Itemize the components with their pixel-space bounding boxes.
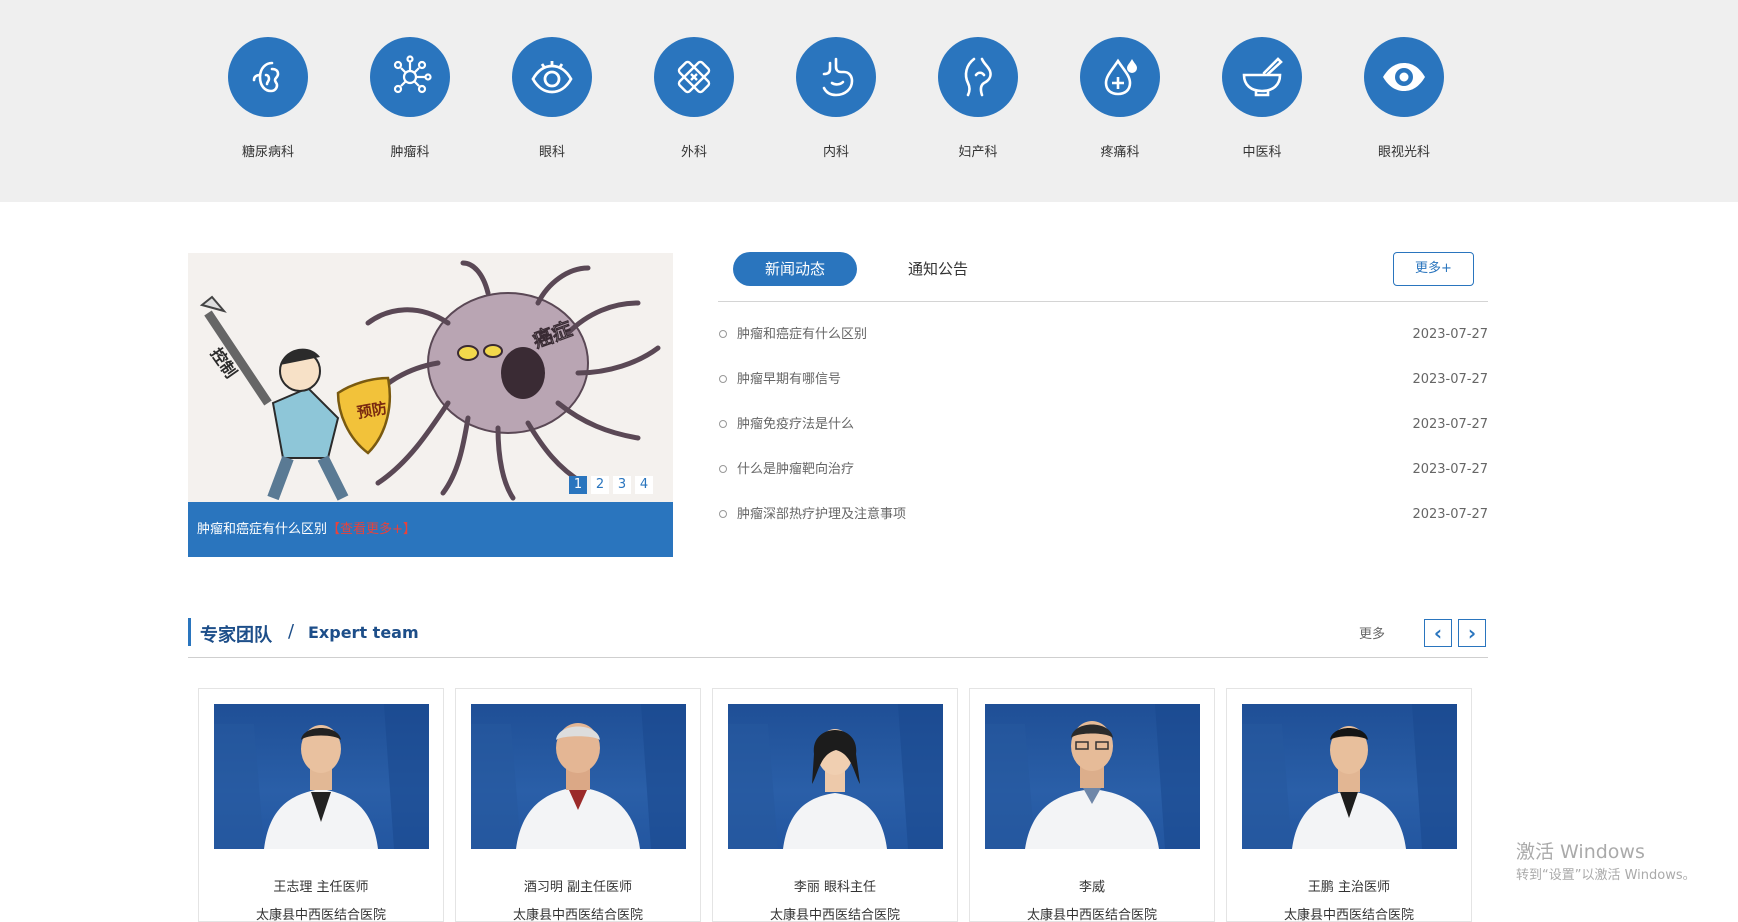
news-item-date: 2023-07-27 <box>1412 462 1488 477</box>
slider-dot-1[interactable]: 1 <box>569 476 587 494</box>
expert-card[interactable]: 李丽 眼科主任 太康县中西医结合医院 <box>712 688 958 922</box>
department-obstetrics[interactable]: 妇产科 <box>913 37 1043 160</box>
news-list: 肿瘤和癌症有什么区别 2023-07-27 肿瘤早期有哪信号 2023-07-27 … <box>718 312 1488 537</box>
expert-hospital: 太康县中西医结合医院 <box>255 908 386 922</box>
department-label: 疼痛科 <box>1100 145 1140 160</box>
department-oncology[interactable]: 肿瘤科 <box>345 37 475 160</box>
department-optometry[interactable]: 眼视光科 <box>1339 37 1469 160</box>
bullet-icon <box>719 375 727 383</box>
drop-plus-icon <box>1080 37 1160 117</box>
news-item-title[interactable]: 什么是肿瘤靶向治疗 <box>737 462 854 477</box>
slide-caption-more-link[interactable]: 【查看更多+】 <box>327 522 416 537</box>
department-label: 肿瘤科 <box>390 145 430 160</box>
department-diabetes[interactable]: 糖尿病科 <box>203 37 333 160</box>
news-item-title[interactable]: 肿瘤免疫疗法是什么 <box>737 417 854 432</box>
experts-more-link[interactable]: 更多 <box>1359 623 1385 642</box>
section-accent-bar <box>188 618 191 646</box>
expert-hospital: 太康县中西医结合医院 <box>512 908 643 922</box>
news-item[interactable]: 肿瘤免疫疗法是什么 2023-07-27 <box>718 402 1488 447</box>
slider-dot-2[interactable]: 2 <box>591 476 609 494</box>
department-label: 中医科 <box>1242 145 1282 160</box>
expert-photo[interactable] <box>1242 704 1457 849</box>
department-label: 妇产科 <box>958 145 998 160</box>
news-item-date: 2023-07-27 <box>1412 372 1488 387</box>
mortar-icon <box>1222 37 1302 117</box>
bandage-icon <box>654 37 734 117</box>
cells-icon <box>370 37 450 117</box>
slider-dot-4[interactable]: 4 <box>635 476 653 494</box>
news-item-date: 2023-07-27 <box>1412 417 1488 432</box>
expert-hospital: 太康县中西医结合医院 <box>1283 908 1414 922</box>
department-pain[interactable]: 疼痛科 <box>1055 37 1185 160</box>
slider-pagination: 1 2 3 4 <box>569 476 653 494</box>
news-tabs: 新闻动态 通知公告 更多+ <box>718 252 1488 302</box>
expert-photo[interactable] <box>985 704 1200 849</box>
department-surgery[interactable]: 外科 <box>629 37 759 160</box>
stomach-icon <box>796 37 876 117</box>
news-panel: 新闻动态 通知公告 更多+ 肿瘤和癌症有什么区别 2023-07-27 肿瘤早期有… <box>718 252 1488 552</box>
section-title: 专家团队 <box>200 625 272 646</box>
news-item-title[interactable]: 肿瘤早期有哪信号 <box>737 372 841 387</box>
tab-news[interactable]: 新闻动态 <box>733 252 857 286</box>
bullet-icon <box>719 330 727 338</box>
bullet-icon <box>719 510 727 518</box>
expert-card[interactable]: 酒习明 副主任医师 太康县中西医结合医院 <box>455 688 701 922</box>
department-label: 糖尿病科 <box>241 145 294 160</box>
news-item-title[interactable]: 肿瘤深部热疗护理及注意事项 <box>737 507 906 522</box>
eye-filled-icon <box>1364 37 1444 117</box>
eye-icon <box>512 37 592 117</box>
tab-notices[interactable]: 通知公告 <box>888 252 988 286</box>
slider-dot-3[interactable]: 3 <box>613 476 631 494</box>
department-label: 内科 <box>822 145 849 160</box>
expert-team-header: 专家团队 / Expert team 更多 ‹ › <box>188 615 1488 658</box>
expert-name[interactable]: 李威 <box>970 876 1214 895</box>
department-internal-medicine[interactable]: 内科 <box>771 37 901 160</box>
slide-image[interactable]: 癌症 控制 预防 1 2 3 4 <box>188 253 673 502</box>
news-more-button[interactable]: 更多+ <box>1393 252 1474 286</box>
news-item[interactable]: 什么是肿瘤靶向治疗 2023-07-27 <box>718 447 1488 492</box>
expert-name[interactable]: 王志理 主任医师 <box>199 876 443 895</box>
slide-caption[interactable]: 肿瘤和癌症有什么区别【查看更多+】 <box>188 502 673 557</box>
bullet-icon <box>719 465 727 473</box>
news-item-date: 2023-07-27 <box>1412 507 1488 522</box>
chevron-left-icon[interactable]: ‹ <box>1424 619 1452 647</box>
windows-activation-title: 激活 Windows <box>1516 841 1645 863</box>
kidney-icon <box>228 37 308 117</box>
uterus-icon <box>938 37 1018 117</box>
expert-card[interactable]: 王志理 主任医师 太康县中西医结合医院 <box>198 688 444 922</box>
windows-activation-subtitle: 转到“设置”以激活 Windows。 <box>1516 868 1696 883</box>
expert-name[interactable]: 李丽 眼科主任 <box>713 876 957 895</box>
department-label: 眼科 <box>538 145 565 160</box>
expert-photo[interactable] <box>471 704 686 849</box>
department-label: 眼视光科 <box>1377 145 1430 160</box>
expert-photo[interactable] <box>214 704 429 849</box>
chevron-right-icon[interactable]: › <box>1458 619 1486 647</box>
section-title-separator: / <box>288 621 295 642</box>
expert-card[interactable]: 李威 太康县中西医结合医院 <box>969 688 1215 922</box>
news-item-title[interactable]: 肿瘤和癌症有什么区别 <box>737 327 867 342</box>
news-item[interactable]: 肿瘤早期有哪信号 2023-07-27 <box>718 357 1488 402</box>
department-ophthalmology[interactable]: 眼科 <box>487 37 617 160</box>
department-band: 糖尿病科 肿瘤科 眼科 外科 内科 妇产科 疼痛科 中医科 眼视光科 <box>0 0 1738 202</box>
expert-name[interactable]: 王鹏 主治医师 <box>1227 876 1471 895</box>
department-label: 外科 <box>680 145 707 160</box>
section-title-en: Expert team <box>308 623 419 642</box>
slide-caption-title[interactable]: 肿瘤和癌症有什么区别 <box>197 522 327 537</box>
news-item[interactable]: 肿瘤深部热疗护理及注意事项 2023-07-27 <box>718 492 1488 537</box>
department-tcm[interactable]: 中医科 <box>1197 37 1327 160</box>
bullet-icon <box>719 420 727 428</box>
expert-name[interactable]: 酒习明 副主任医师 <box>456 876 700 895</box>
news-item[interactable]: 肿瘤和癌症有什么区别 2023-07-27 <box>718 312 1488 357</box>
expert-card[interactable]: 王鹏 主治医师 太康县中西医结合医院 <box>1226 688 1472 922</box>
news-slider[interactable]: 癌症 控制 预防 1 2 3 4 肿瘤和癌症有什么区别【查看更多+】 <box>188 253 673 557</box>
expert-hospital: 太康县中西医结合医院 <box>1026 908 1157 922</box>
expert-hospital: 太康县中西医结合医院 <box>769 908 900 922</box>
news-item-date: 2023-07-27 <box>1412 327 1488 342</box>
expert-photo[interactable] <box>728 704 943 849</box>
